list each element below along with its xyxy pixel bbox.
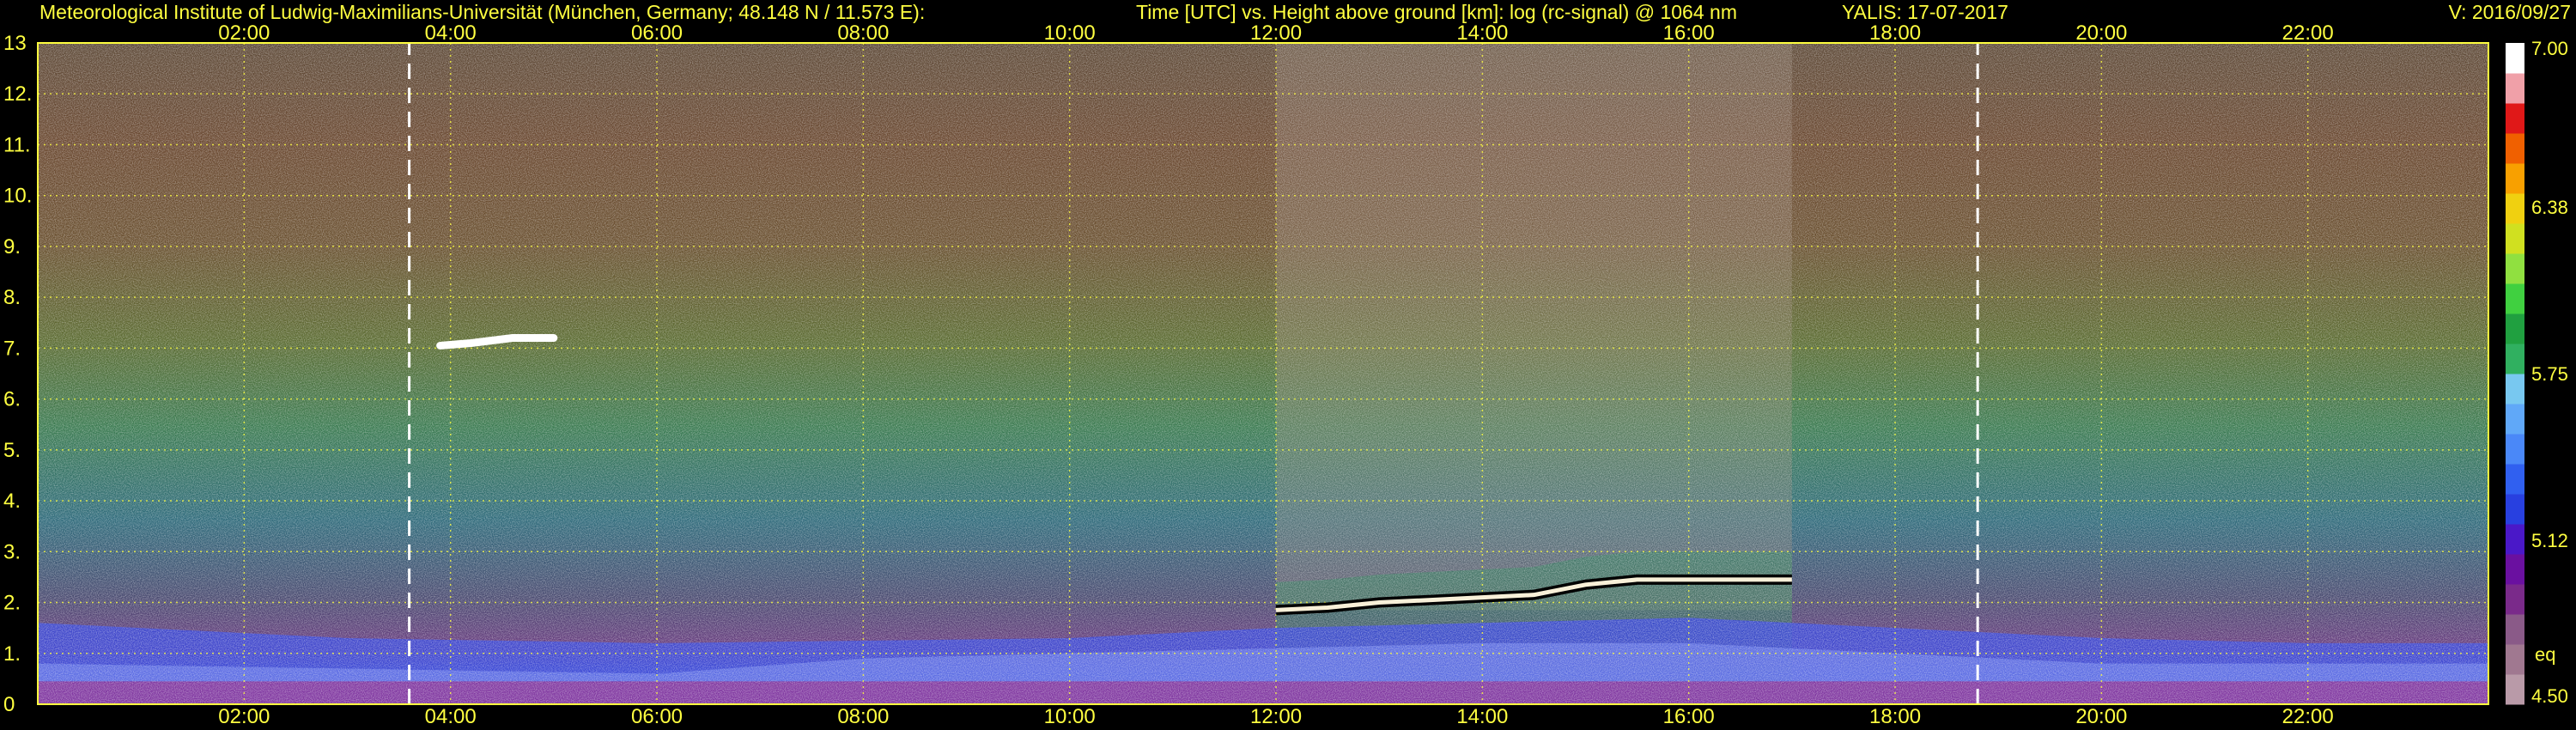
x-tick-label-top: 02:00 <box>218 21 270 45</box>
x-tick-label-bottom: 18:00 <box>1869 705 1921 728</box>
colorbar-segment <box>2506 283 2524 314</box>
x-tick-label-top: 18:00 <box>1869 21 1921 45</box>
x-tick-label-top: 12:00 <box>1250 21 1302 45</box>
x-tick-label-top: 20:00 <box>2075 21 2127 45</box>
x-tick-label-top: 04:00 <box>425 21 477 45</box>
x-axis-bottom: 02:00 04:00 06:00 08:00 10:00 12:00 14:00 16:00… <box>218 705 2333 728</box>
colorbar-segment <box>2506 163 2524 194</box>
colorbar-segment <box>2506 464 2524 495</box>
colorbar-segment <box>2506 313 2524 344</box>
x-tick-label-bottom: 06:00 <box>631 705 683 728</box>
colorbar-tick-label: 4.50 <box>2531 685 2568 707</box>
y-tick-label: 4. <box>3 490 21 513</box>
x-tick-label-top: 22:00 <box>2282 21 2334 45</box>
x-tick-label-bottom: 10:00 <box>1044 705 1096 728</box>
colorbar-segment <box>2506 524 2524 555</box>
x-tick-label-bottom: 20:00 <box>2075 705 2127 728</box>
colorbar <box>2506 43 2524 705</box>
colorbar-segment <box>2506 43 2524 74</box>
colorbar-tick-label: 5.12 <box>2531 530 2568 551</box>
colorbar-segment <box>2506 103 2524 134</box>
colorbar-segment <box>2506 674 2524 705</box>
y-tick-label: 7. <box>3 337 21 360</box>
colorbar-segment <box>2506 554 2524 585</box>
x-tick-label-bottom: 04:00 <box>425 705 477 728</box>
colorbar-segment <box>2506 344 2524 374</box>
y-tick-label: 12. <box>3 82 32 106</box>
y-tick-label: 10. <box>3 185 32 208</box>
x-tick-label-top: 08:00 <box>837 21 889 45</box>
y-tick-label: 5. <box>3 439 21 462</box>
colorbar-segment <box>2506 133 2524 164</box>
colorbar-tick-label: 5.75 <box>2531 363 2568 385</box>
y-tick-label: 8. <box>3 286 21 309</box>
colorbar-tick-label: 7.00 <box>2531 38 2568 59</box>
y-tick-label: 11. <box>3 133 31 156</box>
colorbar-segment <box>2506 223 2524 254</box>
y-tick-label: 0 <box>3 693 15 716</box>
colorbar-segment <box>2506 644 2524 675</box>
y-tick-label: 9. <box>3 235 21 259</box>
colorbar-extra-label: eq <box>2535 644 2555 666</box>
x-axis-top: 02:00 04:00 06:00 08:00 10:00 12:00 14:00 16:00… <box>218 21 2333 45</box>
x-tick-label-bottom: 12:00 <box>1250 705 1302 728</box>
lidar-chart: 02:00 04:00 06:00 08:00 10:00 12:00 14:00 16:00… <box>3 21 2568 728</box>
colorbar-segment <box>2506 404 2524 435</box>
x-tick-label-bottom: 14:00 <box>1456 705 1508 728</box>
colorbar-segment <box>2506 374 2524 405</box>
colorbar-segment <box>2506 193 2524 224</box>
y-tick-label: 6. <box>3 388 21 411</box>
colorbar-segment <box>2506 73 2524 104</box>
colorbar-segment <box>2506 614 2524 645</box>
x-tick-label-top: 10:00 <box>1044 21 1096 45</box>
colorbar-segment <box>2506 494 2524 525</box>
colorbar-labels: 7.00 6.38 5.75 5.12 4.50 eq <box>2531 38 2568 707</box>
x-tick-label-bottom: 02:00 <box>218 705 270 728</box>
y-tick-label: 3. <box>3 540 21 563</box>
colorbar-segment <box>2506 434 2524 465</box>
colorbar-segment <box>2506 253 2524 284</box>
y-tick-label: 2. <box>3 592 21 615</box>
x-tick-label-top: 16:00 <box>1663 21 1715 45</box>
signal-noise <box>38 43 2488 704</box>
plot-area <box>38 43 2488 704</box>
y-tick-label: 13 <box>3 32 27 55</box>
x-tick-label-bottom: 16:00 <box>1663 705 1715 728</box>
x-tick-label-bottom: 22:00 <box>2282 705 2334 728</box>
x-tick-label-top: 06:00 <box>631 21 683 45</box>
colorbar-tick-label: 6.38 <box>2531 197 2568 218</box>
x-tick-label-bottom: 08:00 <box>837 705 889 728</box>
y-axis: 0 1. 2. 3. 4. 5. 6. 7. 8. 9. 10. 11. 12. 13 <box>3 32 32 716</box>
y-tick-label: 1. <box>3 642 21 666</box>
x-tick-label-top: 14:00 <box>1456 21 1508 45</box>
colorbar-segment <box>2506 584 2524 615</box>
